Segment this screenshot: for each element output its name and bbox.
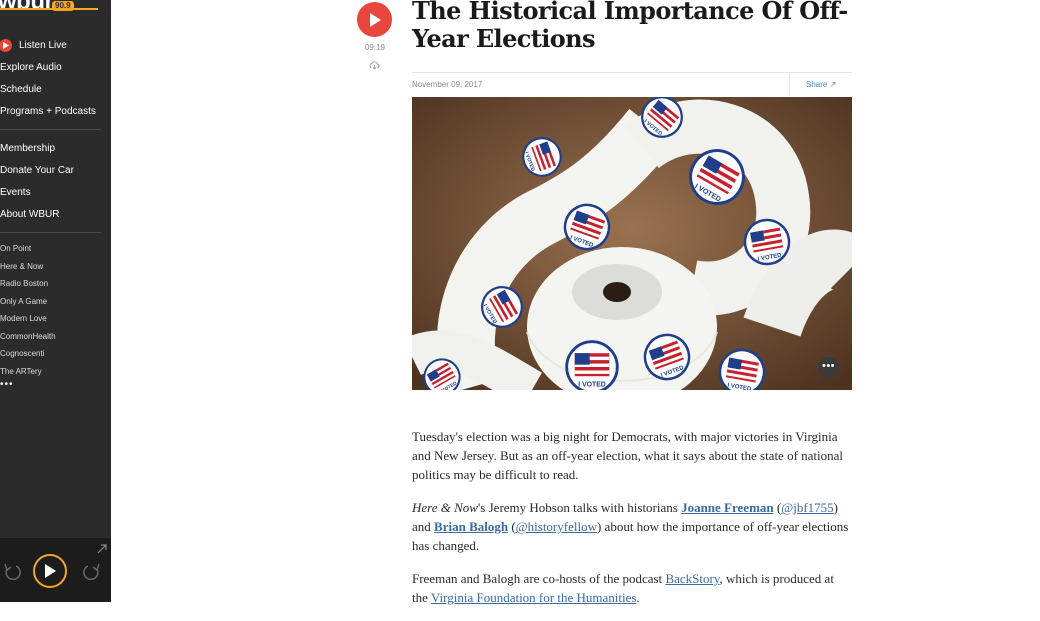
play-icon [369, 12, 381, 27]
sidebar-item-about-wbur[interactable]: About WBUR [0, 203, 111, 225]
sidebar-show-commonhealth[interactable]: CommonHealth [0, 328, 111, 346]
play-icon [45, 564, 56, 578]
sidebar-show-modern-love[interactable]: Modern Love [0, 310, 111, 328]
share-separator [789, 73, 790, 96]
sidebar-item-label: Schedule [0, 83, 42, 95]
sidebar-show-the-artery[interactable]: The ARTery [0, 363, 111, 381]
link-historyfellow[interactable]: @historyfellow [516, 519, 597, 534]
text-span: Freeman and Balogh are co-hosts of the p… [412, 571, 666, 586]
more-icon: ••• [821, 360, 836, 372]
sidebar-nav: Listen Live Explore Audio Schedule Progr… [0, 34, 111, 390]
show-name: Here & Now [412, 500, 478, 515]
sidebar-more-icon[interactable]: ••• [0, 380, 111, 390]
share-button[interactable]: Share ↗ [806, 80, 836, 89]
link-joanne-freeman[interactable]: Joanne Freeman [681, 500, 774, 515]
sidebar-item-programs-podcasts[interactable]: Programs + Podcasts [0, 100, 111, 122]
link-virginia-foundation[interactable]: Virginia Foundation for the Humanities [431, 590, 637, 605]
article-title: The Historical Importance Of Off-Year El… [412, 0, 848, 53]
expand-icon[interactable] [97, 541, 107, 559]
sidebar-item-explore-audio[interactable]: Explore Audio [0, 56, 111, 78]
hero-image-i-voted-stickers: I VOTED [412, 97, 852, 390]
sidebar-item-label: Programs + Podcasts [0, 105, 96, 117]
sidebar-item-events[interactable]: Events [0, 181, 111, 203]
paragraph-3: Freeman and Balogh are co-hosts of the p… [412, 569, 852, 607]
text-span: . [636, 590, 640, 605]
wbur-logo[interactable]: wbur 90.9 [0, 0, 98, 20]
sidebar-show-only-a-game[interactable]: Only A Game [0, 293, 111, 311]
image-more-button[interactable]: ••• [818, 357, 839, 378]
link-backstory[interactable]: BackStory [665, 571, 719, 586]
player-play-button[interactable] [33, 554, 67, 588]
link-jbf1755[interactable]: @jbf1755 [781, 500, 833, 515]
sidebar-item-label: Listen Live [19, 39, 67, 51]
paragraph-2: Here & Now's Jeremy Hobson talks with hi… [412, 498, 852, 555]
listen-live-play-icon [0, 38, 12, 52]
sidebar-divider [0, 232, 101, 233]
sidebar-show-here-and-now[interactable]: Here & Now [0, 258, 111, 276]
article-body: Tuesday's election was a big night for D… [412, 427, 852, 621]
sidebar-item-label: Membership [0, 142, 56, 154]
sidebar: wbur 90.9 Listen Live Explore Audio Sche… [0, 0, 111, 602]
article-date: November 09, 2017 [412, 80, 483, 89]
paragraph-1: Tuesday's election was a big night for D… [412, 429, 844, 482]
download-icon[interactable] [369, 57, 380, 75]
audio-duration: 09:19 [364, 43, 386, 52]
sidebar-divider [0, 129, 101, 130]
sidebar-item-listen-live[interactable]: Listen Live [0, 34, 111, 56]
sidebar-item-donate-your-car[interactable]: Donate Your Car [0, 159, 111, 181]
sidebar-item-schedule[interactable]: Schedule [0, 78, 111, 100]
rewind-icon[interactable] [2, 562, 22, 585]
sidebar-item-label: Events [0, 186, 31, 198]
sidebar-item-label: Donate Your Car [0, 164, 74, 176]
text-span: ( [508, 519, 516, 534]
meta-divider [412, 72, 852, 73]
sidebar-item-label: About WBUR [0, 208, 60, 220]
sidebar-item-membership[interactable]: Membership [0, 137, 111, 159]
sidebar-show-cognoscenti[interactable]: Cognoscenti [0, 345, 111, 363]
logo-underline [0, 8, 98, 10]
sidebar-item-label: Explore Audio [0, 61, 62, 73]
sidebar-show-radio-boston[interactable]: Radio Boston [0, 275, 111, 293]
link-brian-balogh[interactable]: Brian Balogh [434, 519, 508, 534]
text-span: 's Jeremy Hobson talks with historians [477, 500, 682, 515]
sidebar-show-on-point[interactable]: On Point [0, 240, 111, 258]
forward-icon[interactable] [82, 562, 102, 585]
article-play-button[interactable] [357, 2, 392, 37]
audio-player [0, 538, 111, 602]
